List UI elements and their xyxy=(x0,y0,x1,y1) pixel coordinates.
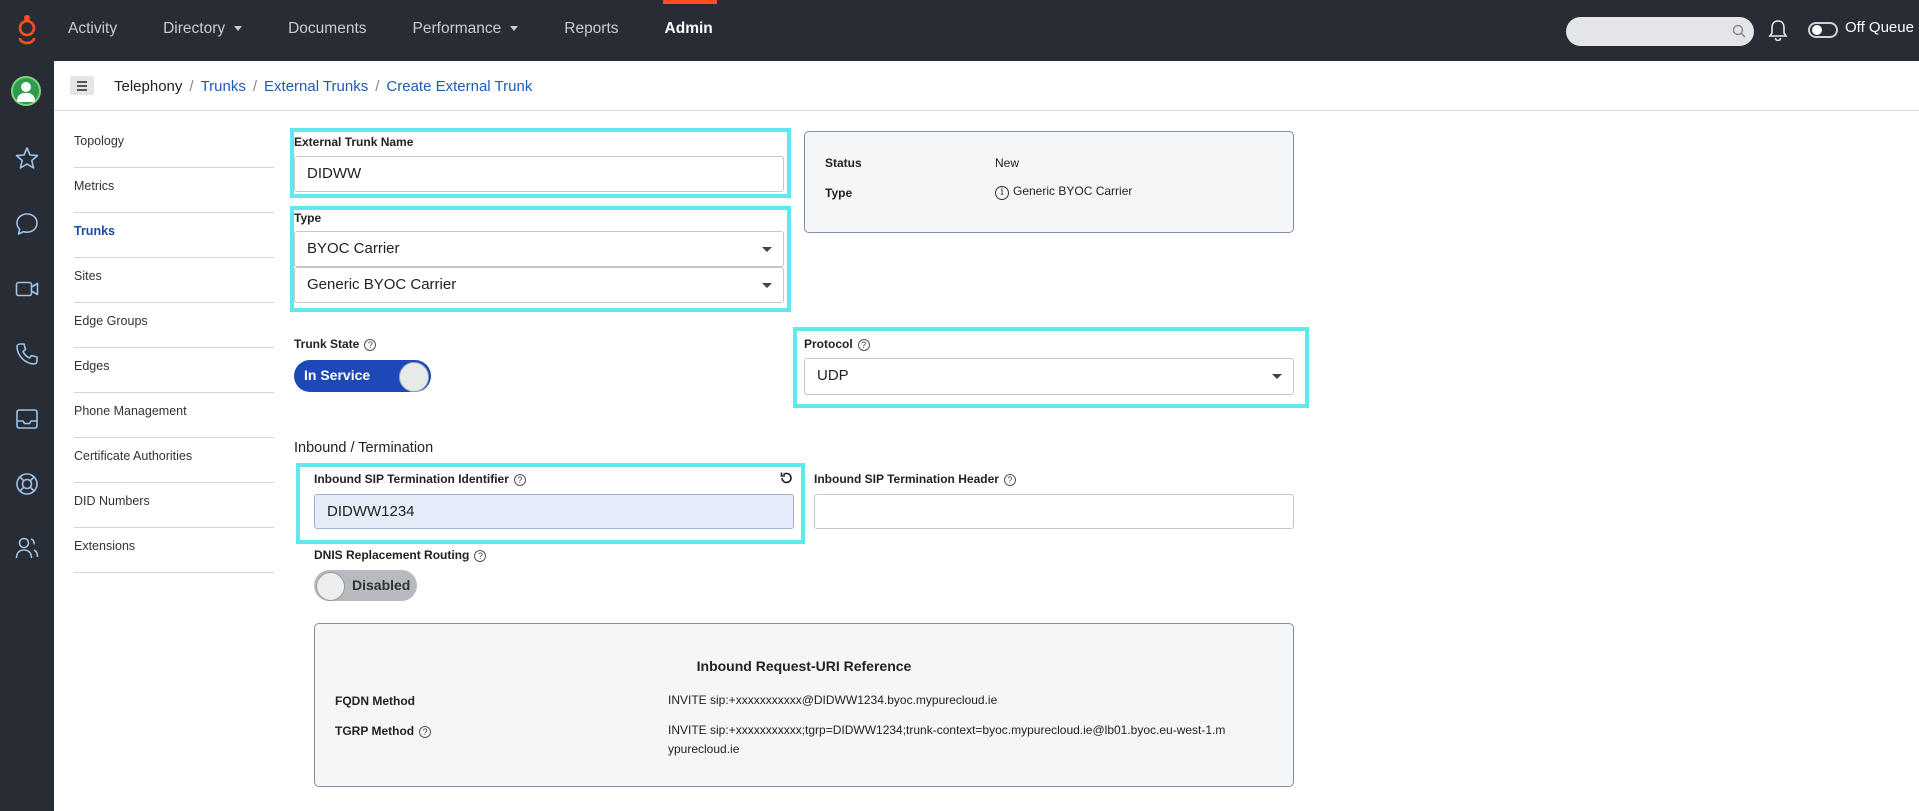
sidebar-item-phone-management[interactable]: Phone Management xyxy=(74,393,274,438)
dnis-label: DNIS Replacement Routing? xyxy=(314,548,487,562)
sidebar-item-certificate-authorities[interactable]: Certificate Authorities xyxy=(74,438,274,483)
nav-label: Activity xyxy=(68,20,118,37)
trunk-status-panel: Status New Type i Generic BYOC Carrier xyxy=(804,131,1294,233)
sip-header-label: Inbound SIP Termination Header? xyxy=(814,472,1016,486)
fqdn-method-value: INVITE sip:+xxxxxxxxxxx@DIDWW1234.byoc.m… xyxy=(668,693,998,707)
nav-label: Directory xyxy=(163,20,226,37)
nav-label: Admin xyxy=(664,20,713,37)
sidebar-item-trunks[interactable]: Trunks xyxy=(74,213,274,258)
status-key: Status xyxy=(825,156,862,170)
breadcrumb-external-trunks-link[interactable]: External Trunks xyxy=(264,78,368,95)
chat-bubble-icon[interactable] xyxy=(14,211,40,237)
telephony-side-nav: Topology Metrics Trunks Sites Edge Groups Edg… xyxy=(74,123,274,573)
people-icon[interactable] xyxy=(14,535,40,561)
star-icon[interactable] xyxy=(14,145,40,171)
queue-status-label: Off Queue xyxy=(1845,19,1914,36)
nav-label: Performance xyxy=(412,20,502,37)
request-uri-reference-panel: Inbound Request-URI Reference FQDN Metho… xyxy=(314,623,1294,787)
help-icon[interactable]: ? xyxy=(513,474,526,486)
main-nav: Activity Directory Documents Performance Rep… xyxy=(68,0,759,61)
protocol-select[interactable]: UDP xyxy=(804,358,1294,395)
search-icon xyxy=(1732,24,1746,38)
type-value: Generic BYOC Carrier xyxy=(1013,184,1133,198)
trunk-name-input[interactable]: DIDWW xyxy=(294,156,784,192)
help-icon[interactable]: ? xyxy=(474,550,487,562)
breadcrumb: Telephony / Trunks / External Trunks / Create … xyxy=(114,78,533,95)
fqdn-method-key: FQDN Method xyxy=(335,694,415,708)
breadcrumb-create-external-trunk[interactable]: Create External Trunk xyxy=(386,78,532,95)
help-icon[interactable]: ? xyxy=(364,339,377,351)
bell-icon[interactable] xyxy=(1768,19,1788,41)
trunk-name-label: External Trunk Name xyxy=(294,135,414,149)
protocol-label: Protocol? xyxy=(804,337,870,351)
info-icon[interactable]: i xyxy=(995,186,1009,200)
breadcrumb-bar: Telephony / Trunks / External Trunks / Create … xyxy=(54,61,1919,111)
sidebar-item-edges[interactable]: Edges xyxy=(74,348,274,393)
sidebar-item-sites[interactable]: Sites xyxy=(74,258,274,303)
sidebar-item-did-numbers[interactable]: DID Numbers xyxy=(74,483,274,528)
tgrp-method-value: INVITE sip:+xxxxxxxxxxx;tgrp=DIDWW1234;t… xyxy=(668,723,1226,756)
nav-admin[interactable]: Admin xyxy=(662,0,733,61)
breadcrumb-telephony: Telephony xyxy=(114,78,183,95)
sip-identifier-label: Inbound SIP Termination Identifier? xyxy=(314,472,526,486)
queue-toggle[interactable] xyxy=(1808,22,1838,38)
type-label: Type xyxy=(294,211,322,225)
video-icon[interactable] xyxy=(14,276,40,302)
genesys-logo-icon[interactable] xyxy=(16,14,38,46)
status-badge: New xyxy=(995,156,1020,170)
search-input[interactable] xyxy=(1566,17,1754,46)
dnis-toggle[interactable]: Disabled xyxy=(314,570,417,601)
tgrp-method-key: TGRP Method? xyxy=(335,724,432,738)
nav-documents[interactable]: Documents xyxy=(288,0,386,61)
sidebar-item-extensions[interactable]: Extensions xyxy=(74,528,274,573)
breadcrumb-trunks-link[interactable]: Trunks xyxy=(201,78,246,95)
carrier-subtype-select[interactable]: Generic BYOC Carrier xyxy=(294,267,784,303)
type-select[interactable]: BYOC Carrier xyxy=(294,231,784,267)
reset-icon[interactable] xyxy=(779,471,793,485)
chevron-down-icon xyxy=(234,26,243,31)
trunk-state-value: In Service xyxy=(304,367,371,383)
nav-reports[interactable]: Reports xyxy=(564,0,638,61)
nav-performance[interactable]: Performance xyxy=(413,0,539,61)
sip-header-input[interactable] xyxy=(814,494,1294,529)
trunk-state-label: Trunk State? xyxy=(294,337,377,351)
dnis-value: Disabled xyxy=(352,577,411,593)
inbox-icon[interactable] xyxy=(14,406,40,432)
chevron-down-icon xyxy=(510,26,519,31)
inbound-section-title: Inbound / Termination xyxy=(294,440,434,456)
sip-identifier-input[interactable]: DIDWW1234 xyxy=(314,494,794,529)
help-icon[interactable]: ? xyxy=(1003,474,1016,486)
nav-activity[interactable]: Activity xyxy=(68,0,137,61)
trunk-state-toggle[interactable]: In Service xyxy=(294,360,431,392)
left-rail xyxy=(0,61,54,811)
sidebar-item-metrics[interactable]: Metrics xyxy=(74,168,274,213)
sidebar-item-topology[interactable]: Topology xyxy=(74,123,274,168)
lifebuoy-icon[interactable] xyxy=(14,471,40,497)
hamburger-menu-button[interactable] xyxy=(70,76,94,95)
nav-label: Reports xyxy=(564,20,619,37)
help-icon[interactable]: ? xyxy=(419,726,432,738)
sidebar-item-edge-groups[interactable]: Edge Groups xyxy=(74,303,274,348)
avatar[interactable] xyxy=(11,76,41,106)
phone-icon[interactable] xyxy=(14,341,40,367)
help-icon[interactable]: ? xyxy=(857,339,870,351)
top-bar: Activity Directory Documents Performance Rep… xyxy=(0,0,1919,61)
type-key: Type xyxy=(825,186,853,200)
nav-label: Documents xyxy=(288,20,367,37)
nav-directory[interactable]: Directory xyxy=(163,0,262,61)
reference-title: Inbound Request-URI Reference xyxy=(696,658,912,674)
